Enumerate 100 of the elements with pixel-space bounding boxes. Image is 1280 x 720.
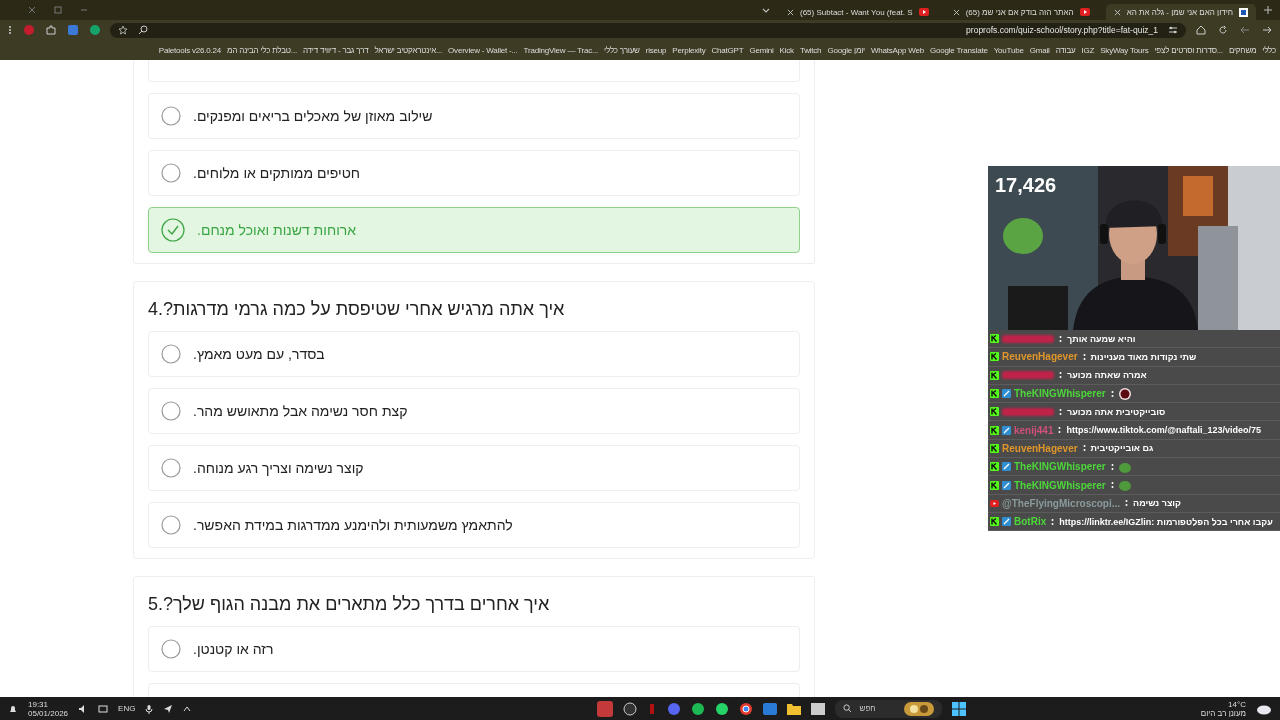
- chat-app-icon[interactable]: [714, 701, 729, 716]
- option-text: רזה או קטנטן.: [193, 641, 274, 657]
- bookmark[interactable]: IGZ: [1081, 45, 1095, 55]
- bookmark[interactable]: משחקים: [1228, 45, 1257, 55]
- answer-option[interactable]: להתאמץ משמעותית ולהימנע ממדרגות במידת האפשר.: [148, 502, 800, 548]
- browser-tab[interactable]: (65) האתר הזה בודק אם אני שמ: [944, 4, 1098, 20]
- radio-button[interactable]: [161, 344, 181, 364]
- browser-tab[interactable]: חידון האם אני שמן - גלה את הא: [1105, 4, 1256, 20]
- browser-tab[interactable]: (65) Subtact - Want You (feat. S: [778, 4, 937, 20]
- bookmark[interactable]: Paletools v26.0.24: [158, 45, 222, 55]
- bookmark[interactable]: כללי: [1262, 45, 1276, 55]
- folder-icon[interactable]: [786, 702, 801, 715]
- video-icon: [918, 8, 929, 16]
- bookmark[interactable]: Kick: [779, 45, 794, 55]
- app-icon[interactable]: [622, 701, 637, 716]
- answer-option[interactable]: קוצר נשימה וצריך רגע מנוחה.: [148, 445, 800, 491]
- close-icon[interactable]: [1113, 8, 1121, 16]
- search-icon[interactable]: [138, 25, 148, 35]
- window-icon[interactable]: [810, 702, 825, 715]
- kick-icon: [990, 352, 999, 362]
- bookmark[interactable]: Gemini: [749, 45, 774, 55]
- tune-icon[interactable]: [1168, 25, 1178, 35]
- bookmark[interactable]: riseup: [645, 45, 667, 55]
- bookmark[interactable]: ChatGPT: [711, 45, 744, 55]
- maximize-icon[interactable]: [54, 6, 62, 14]
- radio-button[interactable]: [161, 163, 181, 183]
- reload-icon[interactable]: [1218, 25, 1228, 35]
- radio-button[interactable]: [161, 458, 181, 478]
- bookmark[interactable]: Twitch: [799, 45, 822, 55]
- chat-username[interactable]: TheKINGWhisperer: [1014, 461, 1106, 473]
- bookmark[interactable]: SkyWay Tours: [1100, 45, 1149, 55]
- microphone-icon[interactable]: [145, 703, 154, 714]
- bookmark[interactable]: שעורך כללי: [604, 45, 640, 55]
- chat-username[interactable]: TheKINGWhisperer: [1014, 479, 1106, 491]
- close-icon[interactable]: [786, 8, 794, 16]
- option-text: שילוב מאוזן של מאכלים בריאים ומפנקים.: [193, 108, 433, 124]
- video-icon: [990, 499, 999, 507]
- colon-icon: [1125, 499, 1129, 508]
- browser-icon[interactable]: [738, 701, 753, 716]
- music-app-icon[interactable]: [690, 701, 705, 716]
- grammar-icon[interactable]: [90, 25, 100, 35]
- chat-username[interactable]: ReuvenHagever: [1002, 442, 1078, 454]
- address-bar[interactable]: proprofs.com/quiz-school/story.php?title=fat-quiz_1: [110, 22, 1186, 38]
- colon-icon: [1082, 352, 1086, 361]
- bell-icon[interactable]: [8, 703, 18, 714]
- option-text: בסדר, עם מעט מאמץ.: [193, 346, 325, 362]
- answer-option[interactable]: קצת חסר נשימה אבל מתאושש מהר.: [148, 388, 800, 434]
- bookmark[interactable]: Google Translate: [930, 45, 988, 55]
- bookmark[interactable]: דרך גבר - דיוויד דידה: [302, 45, 369, 55]
- bookmark[interactable]: Perplexity: [672, 45, 706, 55]
- radio-button[interactable]: [161, 515, 181, 535]
- radio-button[interactable]: [161, 401, 181, 421]
- radio-button[interactable]: [161, 639, 181, 659]
- bookmark[interactable]: עבודה: [1055, 45, 1076, 55]
- answer-option[interactable]: רזה או קטנטן.: [148, 626, 800, 672]
- kick-icon: [990, 407, 999, 417]
- kick-icon: [990, 517, 999, 527]
- colon-icon: [1110, 462, 1114, 471]
- search-field[interactable]: חפש: [834, 699, 942, 718]
- bookmark[interactable]: אינטראקטיב ישראל...: [374, 45, 443, 55]
- answer-option[interactable]: שילוב מאוזן של מאכלים בריאים ומפנקים.: [148, 93, 800, 139]
- bookmark[interactable]: Overview - Wallet -...: [448, 45, 518, 55]
- answer-option[interactable]: חטיפים ממותקים או מלוחים.: [148, 150, 800, 196]
- send-icon[interactable]: [163, 703, 174, 714]
- bookmark[interactable]: סדרות וסרטים לצפי...: [1154, 45, 1223, 55]
- chat-text: גם אובייקטיבית: [1090, 443, 1154, 454]
- chat-username[interactable]: TheKINGWhisperer: [1014, 388, 1106, 400]
- bookmark[interactable]: Gmail: [1029, 45, 1050, 55]
- app-icon[interactable]: [596, 700, 613, 717]
- home-icon[interactable]: [1196, 25, 1206, 35]
- bookmark[interactable]: YouTube: [993, 45, 1024, 55]
- chat-text: עקבו אחרי בכל הפלטפורמות :https://linktr.ee/IGZlin: [1059, 516, 1273, 527]
- back-icon[interactable]: [1240, 25, 1250, 35]
- close-icon[interactable]: [952, 8, 960, 16]
- option-text: קצת חסר נשימה אבל מתאושש מהר.: [193, 403, 408, 419]
- monitor-icon[interactable]: [98, 703, 109, 714]
- chat-username[interactable]: BotRix: [1014, 516, 1047, 528]
- colon-icon: [1082, 444, 1086, 453]
- colon-icon: [1051, 517, 1055, 526]
- bookmark[interactable]: Google יומן: [827, 45, 865, 55]
- answer-option[interactable]: בסדר, עם מעט מאמץ.: [148, 331, 800, 377]
- chat-text: אמרה שאתה מכוער: [1067, 370, 1147, 381]
- plus-icon[interactable]: [1264, 6, 1272, 14]
- chevron-up-icon[interactable]: [183, 704, 192, 713]
- bookmark[interactable]: WhatsApp Web: [870, 45, 924, 55]
- search-placeholder: חפש: [859, 704, 876, 713]
- menu-icon[interactable]: [8, 25, 12, 35]
- bookmark[interactable]: טבלת כלי הבינה המ...: [227, 45, 297, 55]
- app-icon[interactable]: [666, 701, 681, 716]
- forward-icon[interactable]: [1262, 25, 1272, 35]
- radio-button[interactable]: [161, 106, 181, 126]
- option-text: קוצר נשימה וצריך רגע מנוחה.: [193, 460, 364, 476]
- language-indicator[interactable]: ENG: [118, 704, 136, 713]
- bookmark[interactable]: TradingView — Trac...: [523, 45, 599, 55]
- close-icon[interactable]: [28, 6, 36, 14]
- chat-username[interactable]: ReuvenHagever: [1002, 351, 1078, 363]
- photos-icon[interactable]: [762, 702, 777, 715]
- star-icon[interactable]: [118, 25, 128, 35]
- start-icon[interactable]: [951, 701, 966, 716]
- colon-icon: [1059, 407, 1062, 416]
